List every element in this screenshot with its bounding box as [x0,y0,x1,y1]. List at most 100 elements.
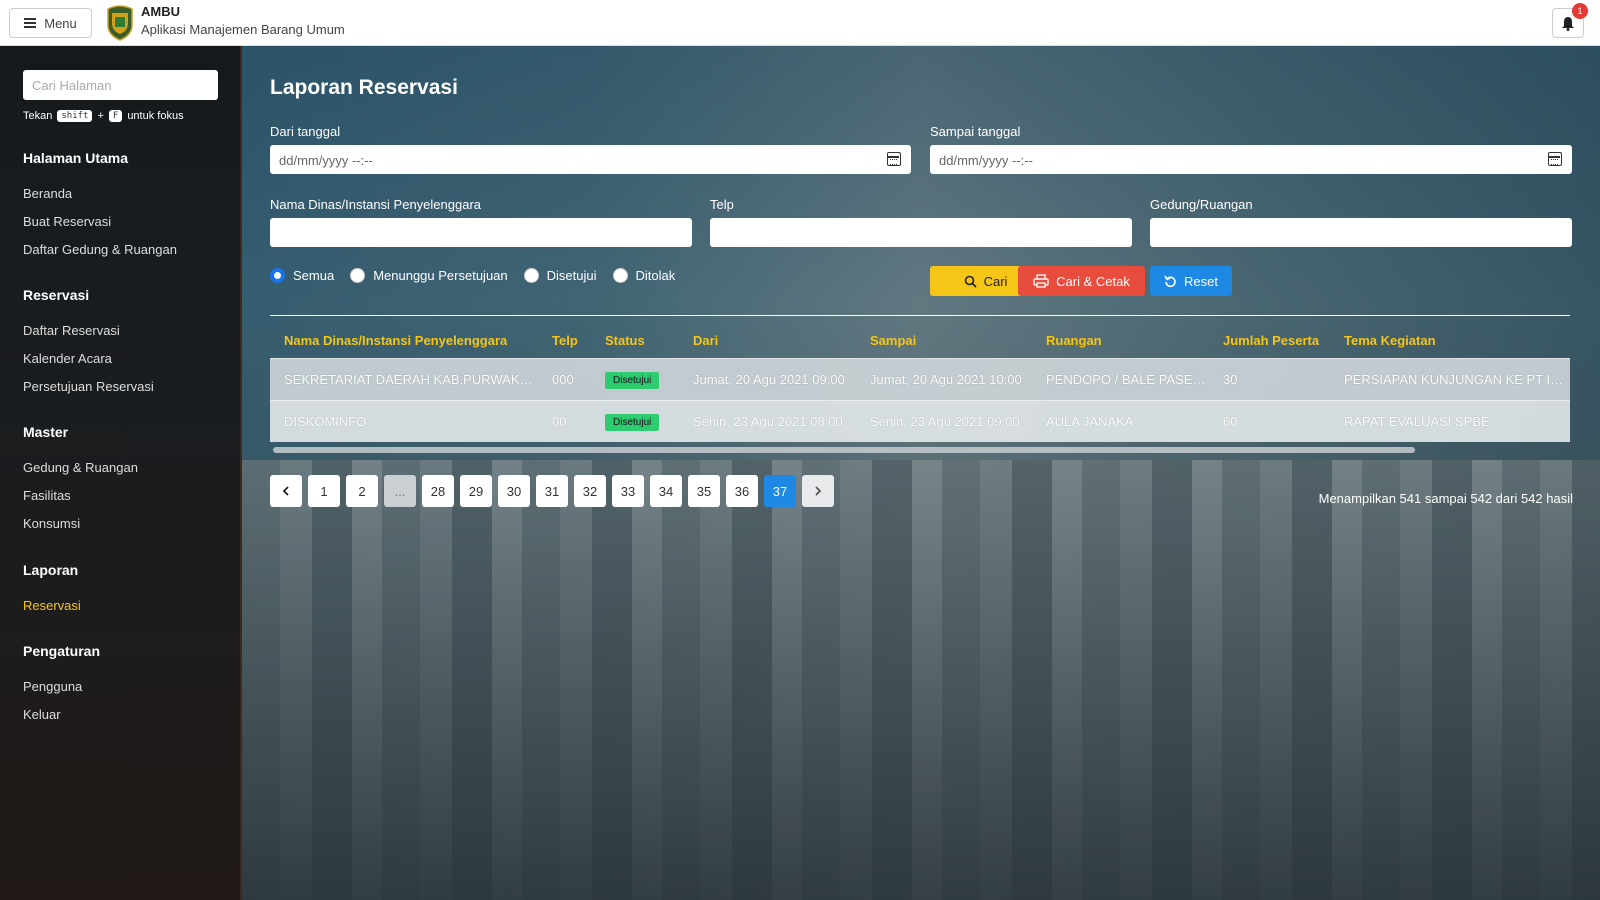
sidebar-item-daftar-gedung[interactable]: Daftar Gedung & Ruangan [23,236,177,264]
from-date-input[interactable]: dd/mm/yyyy --:-- [270,145,911,174]
status-filter: Semua Menunggu Persetujuan Disetujui Dit… [270,268,675,283]
radio-semua[interactable]: Semua [270,268,334,283]
sidebar-group-reservasi: Reservasi Daftar Reservasi Kalender Acar… [23,287,154,401]
table-cell: Senin, 23 Agu 2021 08:00 [693,414,843,429]
search-print-button[interactable]: Cari & Cetak [1018,266,1145,296]
bell-icon [1562,16,1574,31]
to-date-input[interactable]: dd/mm/yyyy --:-- [930,145,1572,174]
column-header[interactable]: Jumlah Peserta [1209,333,1330,348]
page-button[interactable]: 31 [536,475,568,507]
sidebar-item-konsumsi[interactable]: Konsumsi [23,510,138,538]
background-image [242,460,1600,900]
reset-button[interactable]: Reset [1150,266,1232,296]
top-bar: Menu AMBU Aplikasi Manajemen Barang Umum… [0,0,1600,46]
table-cell: RAPAT EVALUASI SPBE [1344,414,1490,429]
radio-dot[interactable] [523,268,539,283]
page-button-current[interactable]: 37 [764,475,796,507]
sidebar-heading: Pengaturan [23,643,101,659]
radio-dot[interactable] [350,268,366,283]
column-header[interactable]: Telp [538,333,591,348]
sidebar-item-pengguna[interactable]: Pengguna [23,673,100,701]
sidebar-item-buat-reservasi[interactable]: Buat Reservasi [23,208,177,236]
table-cell: PERSIAPAN KUNJUNGAN KE PT INDOFO [1344,372,1570,387]
sidebar-group-halaman-utama: Halaman Utama Beranda Buat Reservasi Daf… [23,150,177,264]
room-input[interactable] [1150,218,1572,247]
table-row[interactable]: SEKRETARIAT DAERAH KAB.PURWAKARTA 000 Di… [270,358,1570,400]
radio-dot[interactable] [612,268,628,283]
phone-input[interactable] [710,218,1132,247]
radio-label: Ditolak [635,268,676,283]
calendar-icon[interactable] [887,152,901,166]
sidebar-item-keluar[interactable]: Keluar [23,701,100,729]
to-date-label: Sampai tanggal [930,124,1021,139]
page-button[interactable]: 2 [346,475,378,507]
radio-disetujui[interactable]: Disetujui [523,268,597,283]
table-cell: AULA JANAKA [1046,414,1134,429]
org-label: Nama Dinas/Instansi Penyelenggara [270,197,482,212]
table-cell: Jumat, 20 Agu 2021 10:00 [870,372,1022,387]
search-print-label: Cari & Cetak [1056,273,1130,289]
radio-ditolak[interactable]: Ditolak [612,268,676,283]
menu-button[interactable]: Menu [9,8,92,38]
radio-label: Menunggu Persetujuan [373,268,508,283]
sidebar-item-kalender-acara[interactable]: Kalender Acara [23,345,154,373]
page-button[interactable]: 32 [574,475,606,507]
app-name: AMBU [141,4,180,19]
printer-icon [1033,274,1049,288]
status-badge: Disetujui [605,371,660,389]
pagination: 1 2 ... 28 29 30 31 32 33 34 35 36 37 [270,475,834,507]
to-date-placeholder: dd/mm/yyyy --:-- [939,153,1033,168]
sidebar-heading: Master [23,424,69,440]
hint-suffix: untuk fokus [127,110,184,122]
sidebar-heading: Laporan [23,562,79,578]
column-header[interactable]: Sampai [856,333,1032,348]
column-header[interactable]: Nama Dinas/Instansi Penyelenggara [270,333,538,348]
calendar-icon[interactable] [1548,152,1562,166]
phone-label: Telp [710,197,734,212]
radio-label: Semua [293,268,335,283]
app-logo [107,5,133,41]
table-cell: 000 [552,372,574,387]
app-title: AMBU Aplikasi Manajemen Barang Umum [141,4,345,37]
notification-badge: 1 [1572,3,1588,19]
page-button[interactable]: 33 [612,475,644,507]
page-button[interactable]: 36 [726,475,758,507]
prev-page-button[interactable] [270,475,302,507]
page-button[interactable]: 34 [650,475,682,507]
sidebar-search-input[interactable]: Cari Halaman [23,70,218,100]
sidebar-heading: Reservasi [23,287,90,303]
page-button[interactable]: 30 [498,475,530,507]
status-badge: Disetujui [605,413,660,431]
page-ellipsis: ... [384,475,416,507]
page-button[interactable]: 29 [460,475,492,507]
page-button[interactable]: 1 [308,475,340,507]
hint-prefix: Tekan [23,110,53,122]
column-header[interactable]: Status [591,333,679,348]
page-button[interactable]: 35 [688,475,720,507]
sidebar-item-beranda[interactable]: Beranda [23,180,177,208]
column-header[interactable]: Ruangan [1032,333,1209,348]
sidebar-group-laporan: Laporan Reservasi [23,562,81,620]
org-input[interactable] [270,218,692,247]
sidebar-heading: Halaman Utama [23,150,129,166]
table-horizontal-scrollbar[interactable] [273,447,1415,453]
table-row[interactable]: DISKOMINFO 00 Disetujui Senin, 23 Agu 20… [270,400,1570,442]
sidebar-item-laporan-reservasi[interactable]: Reservasi [23,592,81,620]
table-cell: 60 [1223,414,1238,429]
radio-dot[interactable] [270,268,285,283]
hamburger-icon [24,18,37,28]
sidebar-item-gedung-ruangan[interactable]: Gedung & Ruangan [23,454,138,482]
column-header[interactable]: Dari [679,333,856,348]
sidebar-item-fasilitas[interactable]: Fasilitas [23,482,138,510]
radio-menunggu-persetujuan[interactable]: Menunggu Persetujuan [350,268,508,283]
page-button[interactable]: 28 [422,475,454,507]
room-label: Gedung/Ruangan [1150,197,1253,212]
menu-label: Menu [44,15,77,31]
hint-key-f: F [108,110,123,122]
sidebar-item-daftar-reservasi[interactable]: Daftar Reservasi [23,317,154,345]
hint-plus: + [97,110,104,122]
next-page-button[interactable] [802,475,834,507]
sidebar-item-persetujuan-reservasi[interactable]: Persetujuan Reservasi [23,373,154,401]
column-header[interactable]: Tema Kegiatan [1330,333,1570,348]
chevron-left-icon [282,486,289,496]
